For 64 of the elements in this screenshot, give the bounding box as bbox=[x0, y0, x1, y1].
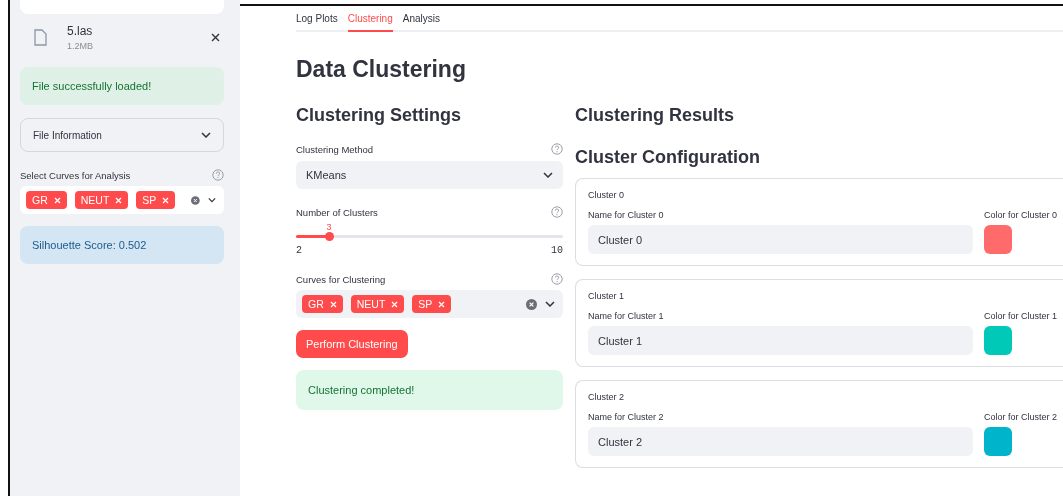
remove-icon[interactable] bbox=[329, 300, 337, 308]
info-alert: Silhouette Score: 0.502 bbox=[20, 226, 224, 264]
slider-value: 3 bbox=[326, 222, 333, 232]
tag-chip[interactable]: GR bbox=[302, 295, 343, 313]
method-select[interactable]: KMeans bbox=[296, 161, 563, 189]
field-label: Name for Cluster 0 bbox=[588, 210, 665, 220]
tag-chip[interactable]: NEUT bbox=[74, 191, 129, 209]
clear-icon[interactable] bbox=[191, 194, 201, 206]
chevron-down-icon[interactable] bbox=[543, 172, 553, 178]
tab[interactable]: Clustering bbox=[347, 12, 393, 32]
slider-max: 10 bbox=[551, 245, 563, 256]
section-heading: Clustering Results bbox=[575, 105, 736, 126]
field-label: Color for Cluster 2 bbox=[984, 412, 1059, 422]
help-icon[interactable] bbox=[551, 206, 563, 218]
help-icon[interactable] bbox=[551, 273, 563, 285]
file-size: 1.2MB bbox=[67, 41, 94, 51]
color-picker[interactable] bbox=[984, 225, 1012, 254]
field-label: Number of Clusters bbox=[296, 206, 378, 218]
slider-thumb[interactable] bbox=[325, 232, 335, 241]
remove-icon[interactable] bbox=[53, 196, 61, 204]
color-picker[interactable] bbox=[984, 326, 1012, 355]
field-label: Clustering Method bbox=[296, 143, 374, 155]
input-field[interactable]: Cluster 2 bbox=[588, 427, 973, 456]
clear-icon[interactable] bbox=[526, 298, 537, 310]
file-icon bbox=[34, 29, 47, 46]
card-title: Cluster 1 bbox=[588, 291, 625, 301]
field-label: Select Curves for Analysis bbox=[20, 169, 131, 181]
chevron-down-icon[interactable] bbox=[545, 301, 555, 307]
field-label: Name for Cluster 2 bbox=[588, 412, 665, 422]
tag-chip[interactable]: NEUT bbox=[350, 295, 405, 313]
slider-min: 2 bbox=[296, 245, 302, 256]
field-label: Color for Cluster 0 bbox=[984, 210, 1059, 220]
tag-chip[interactable]: GR bbox=[26, 191, 67, 209]
card-title: Cluster 0 bbox=[588, 190, 625, 200]
section-heading: Cluster Configuration bbox=[575, 147, 761, 168]
close-icon[interactable] bbox=[211, 33, 220, 42]
chevron-down-icon[interactable] bbox=[208, 197, 216, 203]
perform-clustering-button[interactable]: Perform Clustering bbox=[296, 330, 408, 358]
card-title: Cluster 2 bbox=[588, 392, 625, 402]
remove-icon[interactable] bbox=[115, 196, 123, 204]
tag-chip[interactable]: SP bbox=[136, 191, 176, 209]
file-name: 5.las bbox=[67, 24, 94, 38]
success-alert: Clustering completed! bbox=[296, 370, 563, 410]
curve-multiselect[interactable]: GR NEUT SP bbox=[20, 186, 224, 214]
file-information-expander[interactable]: File Information bbox=[20, 118, 224, 152]
help-icon[interactable] bbox=[212, 169, 224, 181]
remove-icon[interactable] bbox=[391, 300, 399, 308]
success-alert: File successfully loaded! bbox=[20, 67, 224, 105]
field-label: Name for Cluster 1 bbox=[588, 311, 665, 321]
remove-icon[interactable] bbox=[438, 300, 446, 308]
field-label: Color for Cluster 1 bbox=[984, 311, 1059, 321]
chevron-down-icon[interactable] bbox=[201, 132, 211, 138]
help-icon[interactable] bbox=[551, 143, 563, 155]
section-heading: Clustering Settings bbox=[296, 105, 462, 126]
input-field[interactable]: Cluster 0 bbox=[588, 225, 973, 254]
tab[interactable]: Log Plots bbox=[296, 12, 338, 32]
curve-multiselect[interactable]: GR NEUT SP bbox=[296, 290, 563, 318]
color-picker[interactable] bbox=[984, 427, 1012, 456]
tab[interactable]: Analysis bbox=[402, 12, 440, 32]
tag-chip[interactable]: SP bbox=[412, 295, 452, 313]
field-label: Curves for Clustering bbox=[296, 273, 386, 285]
page-title: Data Clustering bbox=[296, 56, 467, 83]
remove-icon[interactable] bbox=[162, 196, 170, 204]
input-field[interactable]: Cluster 1 bbox=[588, 326, 973, 355]
